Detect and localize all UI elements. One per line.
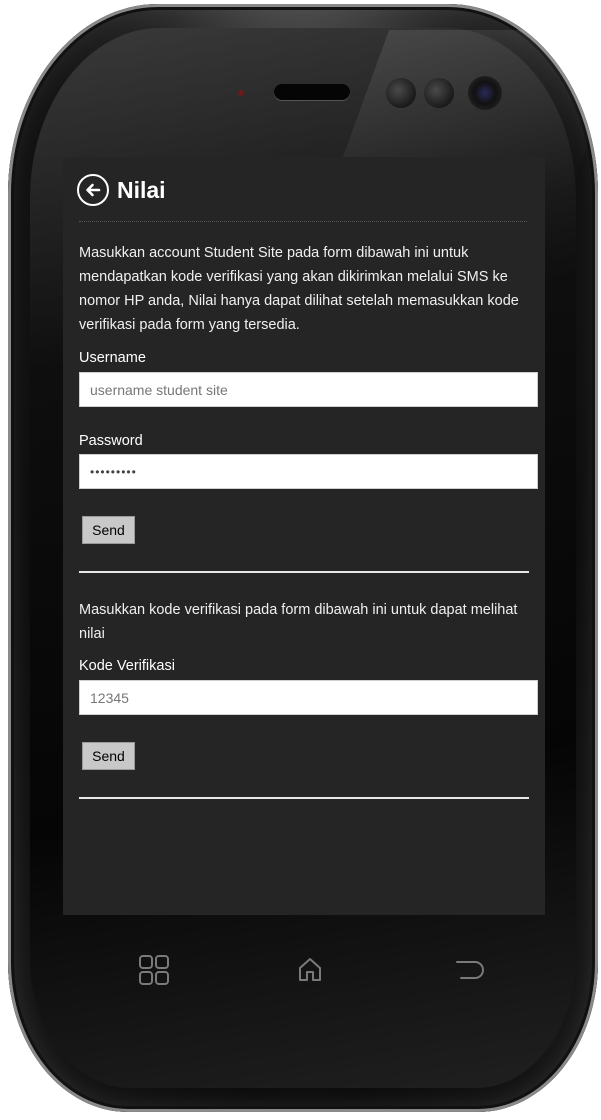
hardware-nav-bar xyxy=(100,940,520,1000)
app-screen: Nilai Masukkan account Student Site pada… xyxy=(63,157,545,915)
app-header: Nilai xyxy=(77,171,166,209)
section-divider xyxy=(79,571,529,573)
recent-apps-icon xyxy=(139,955,169,985)
notification-led xyxy=(238,90,244,96)
back-button[interactable] xyxy=(77,174,109,206)
bottom-divider xyxy=(79,797,529,799)
password-label: Password xyxy=(79,433,143,449)
code-label: Kode Verifikasi xyxy=(79,658,175,674)
page-title: Nilai xyxy=(117,176,166,203)
return-icon xyxy=(456,961,484,979)
username-label: Username xyxy=(79,350,146,366)
front-camera xyxy=(468,76,502,110)
proximity-sensor xyxy=(386,78,416,108)
earpiece-speaker xyxy=(274,84,350,100)
recent-apps-key[interactable] xyxy=(134,950,174,990)
username-input[interactable]: username student site xyxy=(79,372,538,407)
home-icon xyxy=(299,958,321,981)
light-sensor xyxy=(424,78,454,108)
password-input[interactable]: ••••••••• xyxy=(79,454,538,489)
back-arrow-icon xyxy=(86,183,101,197)
intro-text: Masukkan account Student Site pada form … xyxy=(79,245,519,333)
verification-code-input[interactable]: 12345 xyxy=(79,680,538,715)
verify-instruction: Masukkan kode verifikasi pada form dibaw… xyxy=(79,602,518,642)
home-key[interactable] xyxy=(290,950,330,990)
send-code-button[interactable]: Send xyxy=(82,742,135,770)
send-login-button[interactable]: Send xyxy=(82,516,135,544)
back-key[interactable] xyxy=(450,950,490,990)
header-divider xyxy=(79,221,527,222)
